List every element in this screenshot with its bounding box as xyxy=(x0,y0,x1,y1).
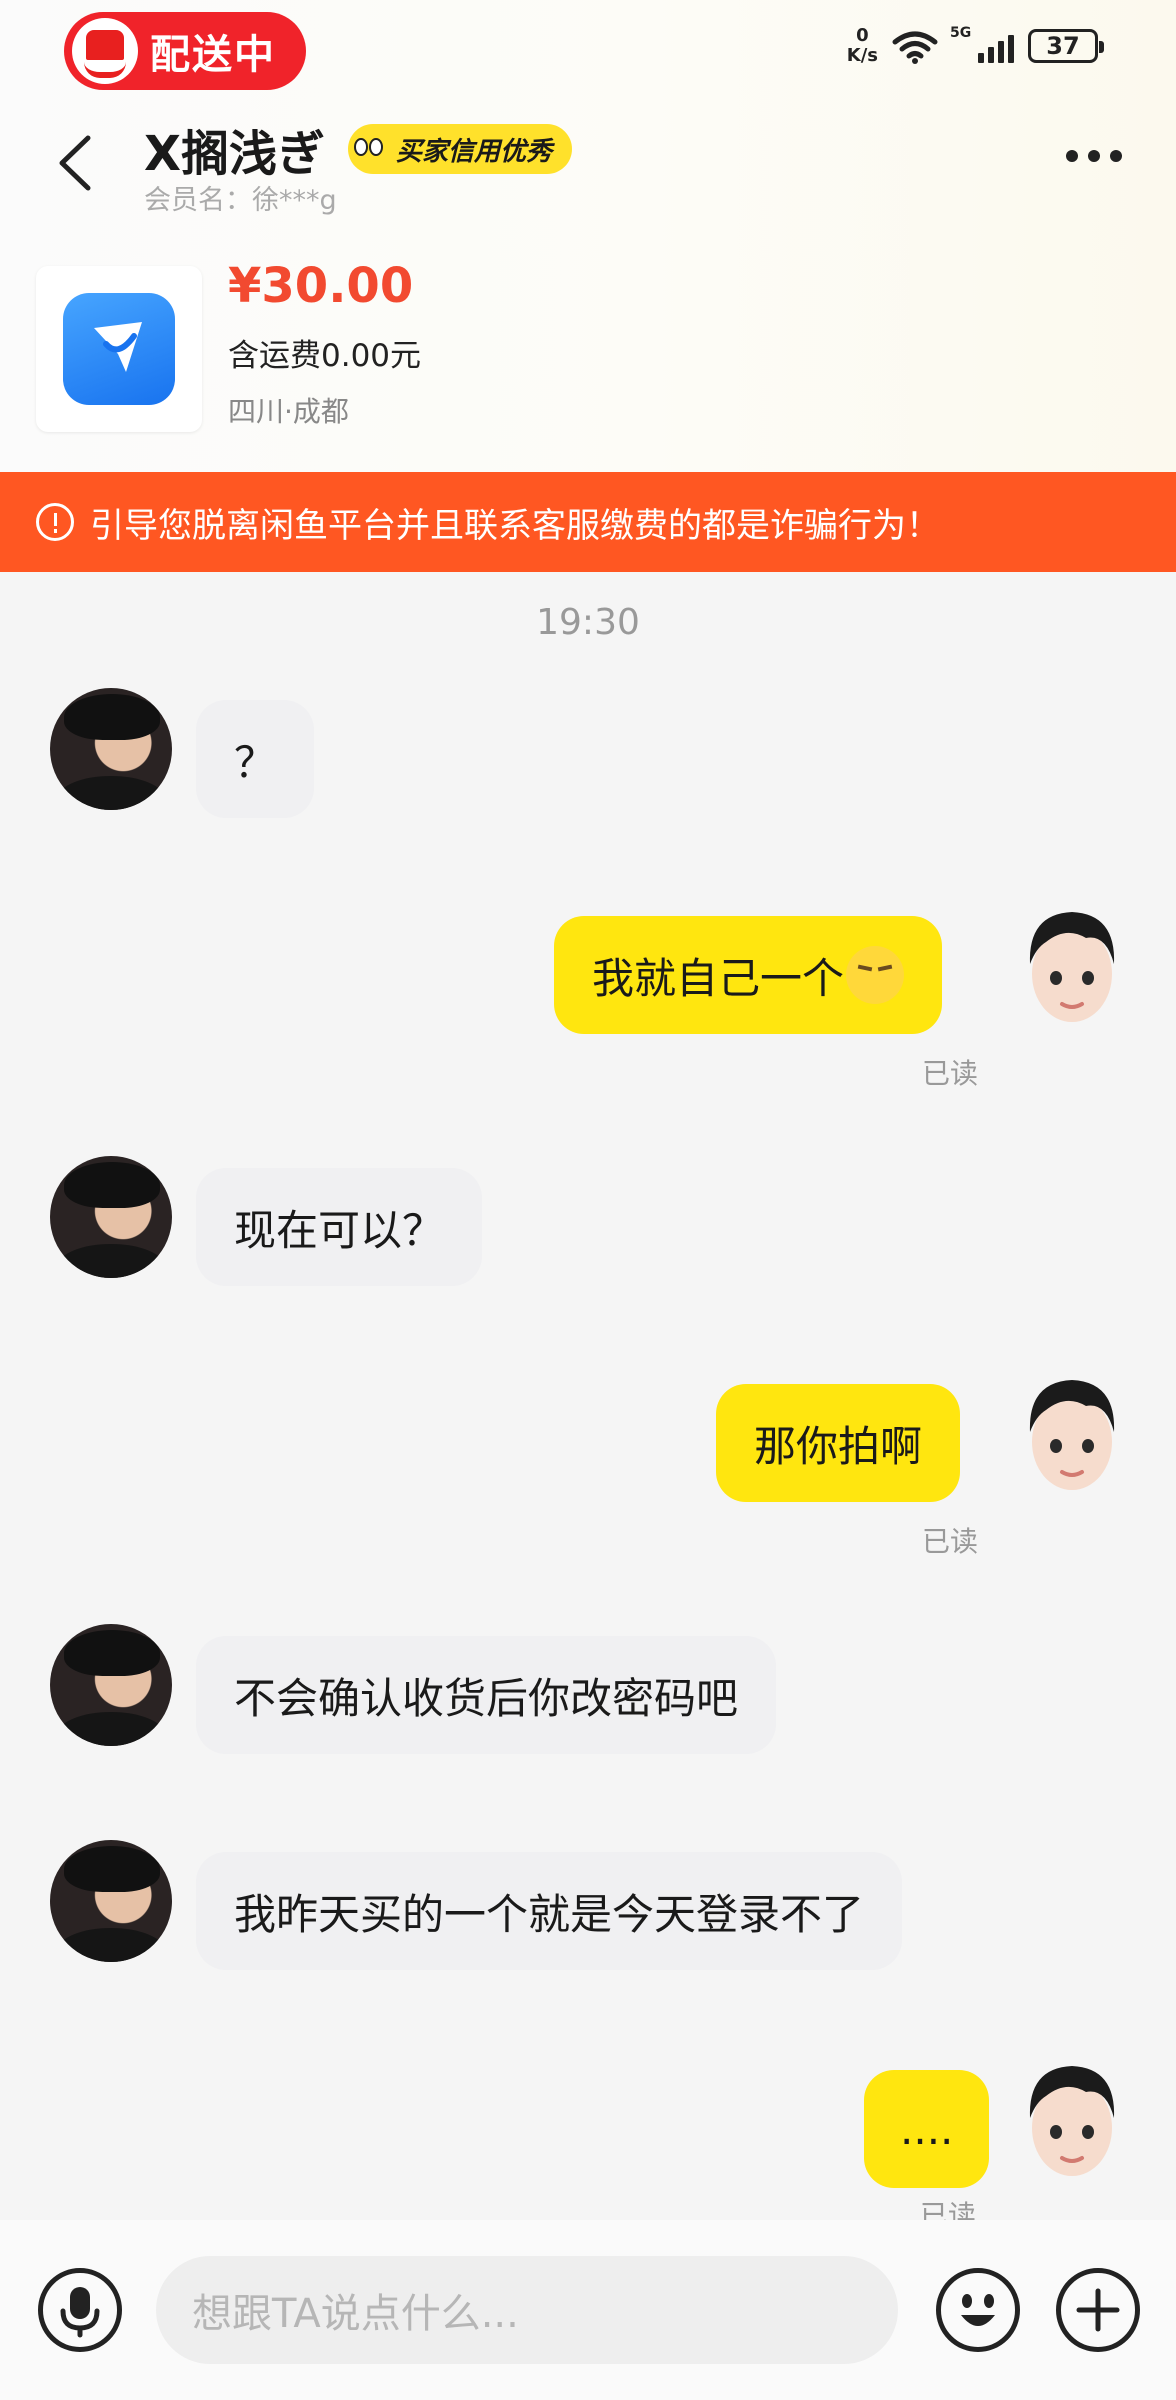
message-bubble-incoming[interactable]: 不会确认收货后你改密码吧 xyxy=(196,1636,777,1754)
add-attachment-button[interactable] xyxy=(1056,2268,1140,2352)
dot-icon xyxy=(1088,150,1100,162)
network-speed-unit: K/s xyxy=(846,45,878,66)
wifi-icon xyxy=(892,30,938,64)
message-input[interactable]: 想跟TA说点什么... xyxy=(156,2256,898,2364)
message-bubble-outgoing[interactable]: 我就自己一个 xyxy=(554,916,943,1034)
my-avatar[interactable] xyxy=(1016,1372,1128,1498)
emoji-face-icon xyxy=(961,2294,995,2326)
message-bubble-incoming[interactable]: 现在可以？ xyxy=(196,1168,483,1286)
partner-avatar[interactable] xyxy=(50,1840,172,1962)
smirk-emoji-icon xyxy=(846,946,905,1004)
product-location: 四川·成都 xyxy=(228,395,349,428)
signal-bar xyxy=(988,47,994,63)
chat-timestamp: 19:30 xyxy=(536,602,640,643)
dot-icon xyxy=(1110,150,1122,162)
signal-bar xyxy=(1008,35,1014,63)
emoji-button[interactable] xyxy=(936,2268,1020,2352)
network-type-label: 5G xyxy=(950,25,972,41)
buyer-credit-badge: 买家信用优秀 xyxy=(348,124,573,174)
battery-icon: 37 xyxy=(1028,29,1104,63)
partner-avatar[interactable] xyxy=(50,688,172,810)
app-logo-icon xyxy=(63,293,175,405)
signal-bar xyxy=(978,53,984,63)
read-receipt: 已读 xyxy=(922,1057,979,1090)
microphone-icon xyxy=(60,2287,100,2338)
shipping-fee: 含运费0.00元 xyxy=(228,338,422,374)
my-avatar[interactable] xyxy=(1016,904,1128,1030)
delivery-status-pill[interactable]: 配送中 xyxy=(64,12,306,90)
partner-avatar[interactable] xyxy=(50,1624,172,1746)
chat-header: 配送中 0 K/s 5G 37 X搁浅ぎ 买家信用优秀 会员名：徐***g ¥3… xyxy=(0,0,1176,472)
buyer-credit-text: 买家信用优秀 xyxy=(396,136,553,167)
read-receipt: 已读 xyxy=(920,2200,977,2220)
system-status-icons: 0 K/s 5G 37 xyxy=(847,25,1104,66)
partner-avatar[interactable] xyxy=(50,1156,172,1278)
message-bubble-outgoing[interactable]: .... xyxy=(864,2070,990,2188)
product-thumbnail[interactable] xyxy=(36,266,202,432)
member-name: 会员名：徐***g xyxy=(144,185,337,216)
message-text: 我就自己一个 xyxy=(592,953,845,1003)
more-options-button[interactable] xyxy=(1066,150,1122,162)
message-bubble-outgoing[interactable]: 那你拍啊 xyxy=(716,1384,961,1502)
dot-icon xyxy=(1066,150,1078,162)
network-speed-value: 0 xyxy=(856,25,869,46)
chat-partner-name: X搁浅ぎ xyxy=(144,126,326,182)
message-bubble-incoming[interactable]: ？ xyxy=(196,700,315,818)
product-price: ¥30.00 xyxy=(228,258,414,314)
signal-bar xyxy=(998,41,1004,63)
message-bubble-incoming[interactable]: 我昨天买的一个就是今天登录不了 xyxy=(196,1852,903,1970)
network-speed: 0 K/s xyxy=(847,26,878,66)
fraud-warning-banner: 引导您脱离闲鱼平台并且联系客服缴费的都是诈骗行为！ xyxy=(0,472,1176,572)
delivery-scooter-icon xyxy=(72,18,138,84)
fraud-warning-text: 引导您脱离闲鱼平台并且联系客服缴费的都是诈骗行为！ xyxy=(90,505,940,546)
voice-input-button[interactable] xyxy=(38,2268,122,2352)
delivery-status-label: 配送中 xyxy=(150,32,276,78)
my-avatar[interactable] xyxy=(1016,2058,1128,2184)
plus-icon xyxy=(1076,2288,1120,2332)
cellular-signal-icon: 5G xyxy=(950,25,1014,63)
read-receipt: 已读 xyxy=(922,1525,979,1558)
warning-icon xyxy=(36,503,74,541)
chevron-left-icon xyxy=(59,135,91,191)
eyes-icon xyxy=(354,134,388,164)
back-button[interactable] xyxy=(52,132,98,194)
